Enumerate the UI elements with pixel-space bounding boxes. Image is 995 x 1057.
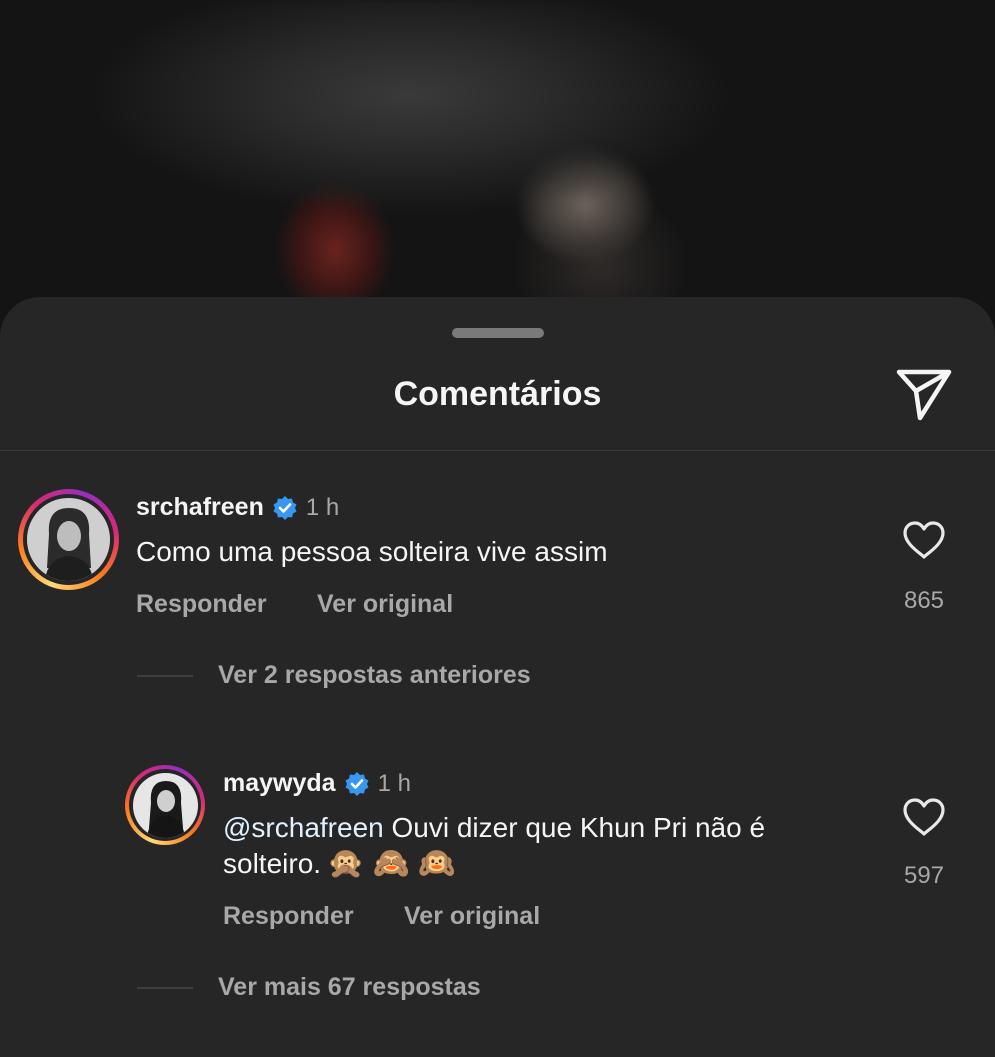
like-button[interactable]	[894, 520, 954, 565]
reply-time: 1 h	[377, 769, 411, 797]
thread-line	[137, 675, 193, 677]
like-count: 597	[903, 862, 945, 889]
comment-username[interactable]: srchafreen 1 h	[136, 493, 339, 522]
mention-link[interactable]: @srchafreen	[223, 812, 384, 843]
avatar-image	[132, 772, 198, 838]
monkey-emojis: 🙊 🙈 🙉	[327, 847, 456, 880]
header-divider	[0, 450, 995, 451]
comment-time: 1 h	[305, 493, 340, 521]
view-previous-replies-link[interactable]: Ver 2 respostas anteriores	[218, 661, 531, 690]
like-count: 865	[903, 587, 945, 614]
username-text[interactable]: maywyda	[223, 769, 336, 798]
reply-username[interactable]: maywyda 1 h	[223, 769, 411, 798]
username-text[interactable]: srchafreen	[136, 493, 264, 522]
verified-badge-icon	[273, 495, 297, 520]
verified-badge-icon	[345, 771, 369, 796]
share-button[interactable]	[892, 364, 956, 424]
thread-line	[137, 987, 193, 989]
see-original-button[interactable]: Ver original	[317, 590, 453, 619]
sheet-title: Comentários	[393, 375, 602, 413]
avatar[interactable]	[125, 765, 205, 845]
see-original-button[interactable]: Ver original	[404, 902, 540, 931]
paper-plane-icon	[896, 369, 952, 421]
background-photo	[0, 0, 995, 330]
like-button[interactable]	[894, 797, 954, 842]
sheet-grabber[interactable]	[452, 328, 544, 338]
avatar-image	[27, 498, 110, 581]
heart-icon	[903, 521, 945, 559]
reply-text-line1: Ouvi dizer que Khun Pri não é	[383, 812, 766, 843]
comment-text: Como uma pessoa solteira vive assim	[136, 536, 608, 567]
reply-button[interactable]: Responder	[223, 902, 354, 931]
heart-icon	[903, 798, 945, 836]
reply-text: @srchafreen Ouvi dizer que Khun Pri não …	[223, 810, 873, 882]
avatar[interactable]	[18, 489, 119, 590]
view-more-replies-link[interactable]: Ver mais 67 respostas	[218, 973, 481, 1002]
reply-text-line2: solteiro.	[223, 848, 322, 879]
reply-button[interactable]: Responder	[136, 590, 267, 619]
